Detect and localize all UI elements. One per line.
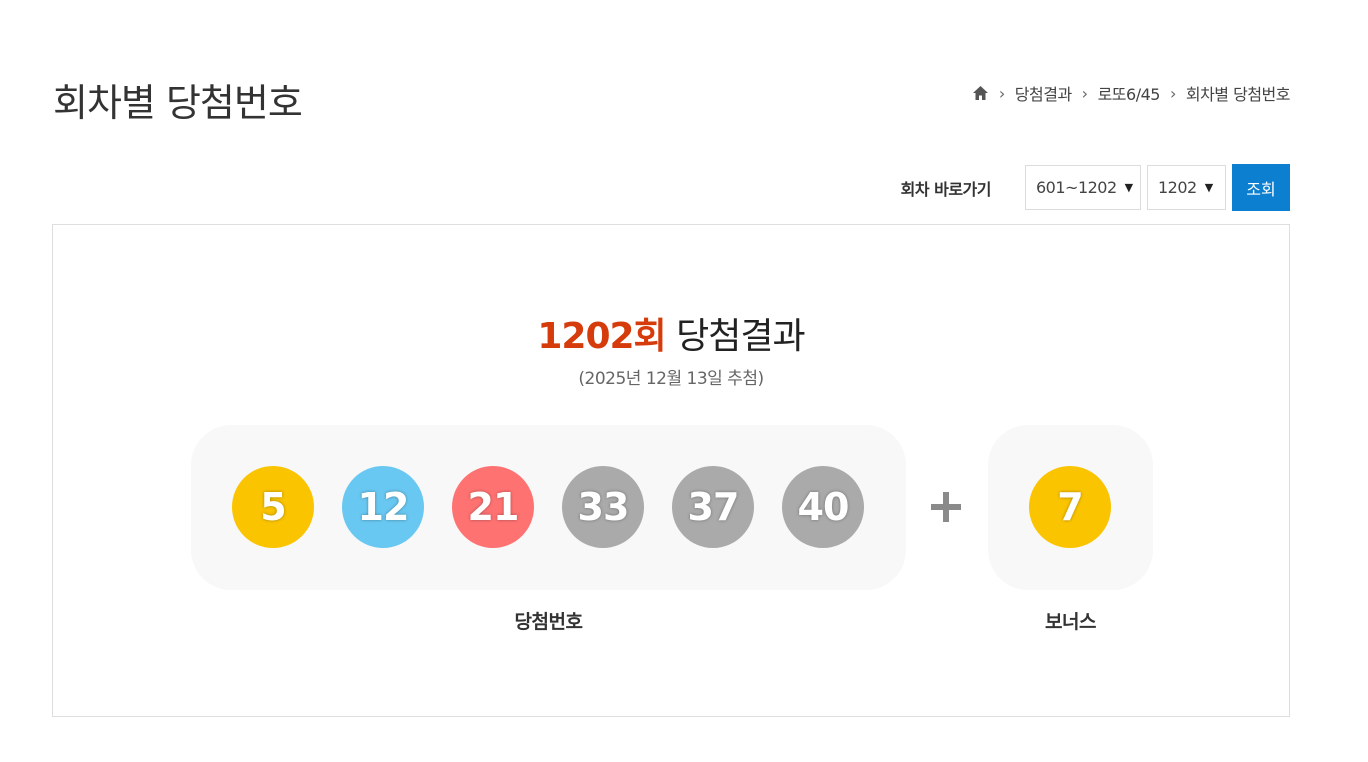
round-range-value: 601~1202: [1036, 178, 1117, 197]
plus-icon: [930, 491, 962, 523]
lotto-ball: 33: [562, 466, 644, 548]
breadcrumb-item-results[interactable]: 당첨결과: [1015, 81, 1072, 105]
round-number-select[interactable]: 1202 ▼: [1147, 165, 1226, 210]
chevron-right-icon: ›: [1169, 83, 1176, 103]
home-icon[interactable]: [972, 85, 989, 101]
lotto-ball: 12: [342, 466, 424, 548]
winning-numbers-caption: 당첨번호: [514, 611, 583, 633]
result-title-suffix: 당첨결과: [676, 316, 805, 357]
round-number: 1202회: [537, 316, 666, 357]
round-jump-label: 회차 바로가기: [900, 179, 992, 199]
result-title: 1202회 당첨결과: [53, 307, 1289, 359]
round-jump-toolbar: 회차 바로가기 601~1202 ▼ 1202 ▼ 조회: [901, 164, 1290, 211]
breadcrumb-item-lotto645[interactable]: 로또6/45: [1098, 81, 1161, 105]
round-range-select[interactable]: 601~1202 ▼: [1025, 165, 1141, 210]
caret-down-icon: ▼: [1204, 181, 1213, 194]
page-title: 회차별 당첨번호: [53, 81, 303, 125]
lotto-ball: 5: [232, 466, 314, 548]
search-button[interactable]: 조회: [1232, 164, 1290, 211]
bonus-ball: 7: [1029, 466, 1111, 548]
lotto-ball: 37: [672, 466, 754, 548]
chevron-right-icon: ›: [1081, 83, 1088, 103]
bonus-number-panel: 7: [988, 425, 1153, 590]
winning-result-panel: 1202회 당첨결과 (2025년 12월 13일 추첨) 5 12 21 33…: [52, 224, 1290, 717]
winning-numbers-panel: 5 12 21 33 37 40: [191, 425, 906, 590]
chevron-right-icon: ›: [998, 83, 1005, 103]
breadcrumb-item-current[interactable]: 회차별 당첨번호: [1186, 81, 1291, 105]
breadcrumb: › 당첨결과 › 로또6/45 › 회차별 당첨번호: [972, 81, 1291, 105]
bonus-caption: 보너스: [1045, 611, 1096, 633]
caret-down-icon: ▼: [1124, 181, 1133, 194]
lotto-ball: 40: [782, 466, 864, 548]
draw-date: (2025년 12월 13일 추첨): [578, 369, 764, 389]
lotto-ball: 21: [452, 466, 534, 548]
round-number-value: 1202: [1158, 178, 1197, 197]
